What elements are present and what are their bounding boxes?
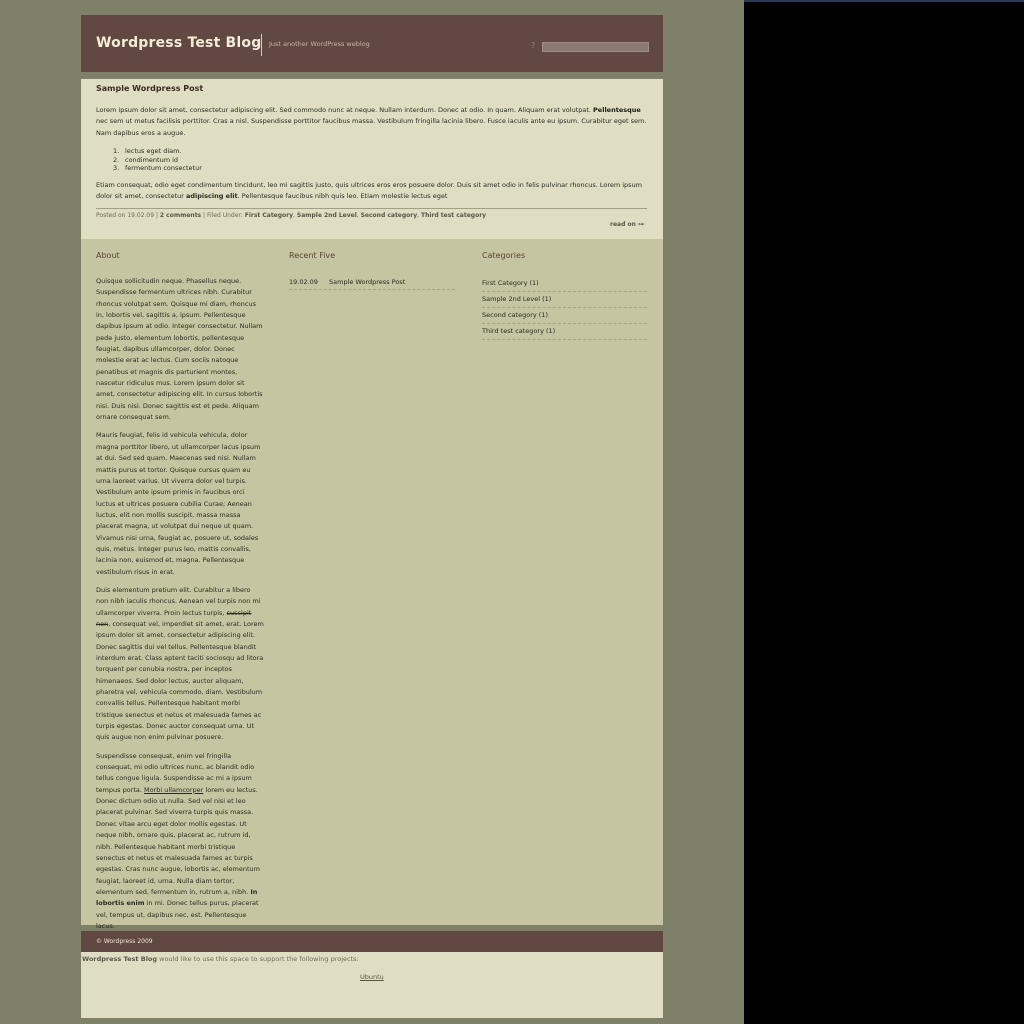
top-edge-line (744, 0, 1024, 2)
post-text: Lorem ipsum dolor sit amet, consectetur … (96, 106, 594, 114)
list-number: 3. (113, 164, 120, 173)
list-number: 2. (113, 155, 120, 164)
category-item[interactable]: First Category (1) (482, 276, 647, 292)
about-text-segment: lorem eu lectus. Donec dictum odio ut nu… (96, 785, 260, 896)
copyright: © Wordpress 2009 (96, 938, 153, 945)
post-text: . Pellentesque faucibus nibh quis leo. E… (237, 192, 448, 201)
read-on-link[interactable]: read on ⊶ (610, 221, 644, 228)
list-item-text: lectus eget diam. (125, 147, 182, 155)
recent-post-date: 19.02.09 (289, 278, 318, 286)
recent-post-item[interactable]: 19.02.09 Sample Wordpress Post (289, 276, 455, 290)
category-link[interactable]: Third test category (421, 212, 486, 219)
support-text: Wordpress Test Blog would like to use th… (82, 955, 359, 963)
about-paragraph: Duis elementum pretium elit. Curabitur a… (96, 585, 264, 744)
post-text: nec sem ut metus facilisis porttitor. Cr… (96, 117, 647, 137)
post-divider (96, 208, 647, 209)
search-icon: ? (531, 41, 536, 50)
about-inline-link[interactable]: Morbi ullamcorper (144, 786, 203, 794)
category-item[interactable]: Second category (1) (482, 308, 647, 324)
ubuntu-link[interactable]: Ubuntu (360, 973, 384, 981)
support-site-name: Wordpress Test Blog (82, 955, 158, 963)
list-item-text: condimentum id (125, 155, 179, 164)
list-item: 1. lectus eget diam. (113, 147, 202, 156)
footer-support-area: Wordpress Test Blog would like to use th… (81, 952, 663, 1018)
category-link[interactable]: Sample 2nd Level (297, 212, 357, 219)
list-item: 2. condimentum id (113, 155, 202, 165)
recent-five-title: Recent Five (289, 251, 336, 260)
comments-link[interactable]: 2 comments (160, 212, 201, 219)
list-item-text: fermentum consectetur (125, 164, 202, 173)
category-link[interactable]: First Category (245, 212, 293, 219)
right-black-area (744, 0, 1024, 1024)
post-bold-text: Pellentesque (593, 106, 641, 114)
category-label[interactable]: Second category (1) (482, 311, 548, 319)
site-header: Wordpress Test Blog Just another WordPre… (81, 15, 663, 72)
category-item[interactable]: Third test category (1) (482, 324, 647, 340)
post-meta: Posted on 19.02.09 | 2 comments | Filed … (96, 212, 486, 219)
category-label[interactable]: First Category (1) (482, 279, 539, 287)
list-item: 3. fermentum consectetur (113, 164, 202, 173)
site-tagline: Just another WordPress weblog (269, 40, 370, 48)
footer-bar: © Wordpress 2009 (81, 931, 663, 952)
about-paragraph: Quisque sollicitudin neque. Phasellus ne… (96, 277, 263, 422)
posted-on: Posted on 19.02.09 | (96, 212, 160, 219)
site-title[interactable]: Wordpress Test Blog (96, 35, 261, 51)
support-message: would like to use this space to support … (157, 955, 359, 963)
post-bold-text: adipiscing elit (186, 192, 238, 201)
list-number: 1. (113, 147, 120, 155)
about-paragraph: Mauris feugiat, felis id vehicula vehicu… (96, 431, 261, 576)
filed-under-label: | Filed Under: (201, 212, 245, 219)
about-title: About (96, 251, 120, 260)
widget-area: About Quisque sollicitudin neque. Phasel… (81, 239, 663, 930)
category-item[interactable]: Sample 2nd Level (1) (482, 292, 647, 308)
title-divider (261, 34, 262, 56)
about-paragraph: Suspendisse consequat, enim vel fringill… (96, 751, 264, 933)
post-title[interactable]: Sample Wordpress Post (96, 84, 203, 93)
post-paragraph-2: Etiam consequat, odio eget condimentum t… (96, 180, 647, 203)
recent-post-title[interactable]: Sample Wordpress Post (329, 278, 405, 286)
categories-title: Categories (482, 251, 526, 260)
post-ordered-list: 1. lectus eget diam. 2. condimentum id 3. f… (113, 147, 202, 173)
post: Sample Wordpress Post Lorem ipsum dolor … (81, 79, 663, 239)
search-input[interactable] (542, 42, 649, 52)
about-text-segment: , consequat vel, imperdiet sit amet, era… (96, 619, 264, 742)
post-paragraph-1: Lorem ipsum dolor sit amet, consectetur … (96, 105, 647, 139)
category-label[interactable]: Third test category (1) (482, 327, 555, 335)
category-label[interactable]: Sample 2nd Level (1) (482, 295, 551, 303)
category-link[interactable]: Second category (361, 212, 418, 219)
about-text: Quisque sollicitudin neque. Phasellus ne… (96, 276, 264, 939)
